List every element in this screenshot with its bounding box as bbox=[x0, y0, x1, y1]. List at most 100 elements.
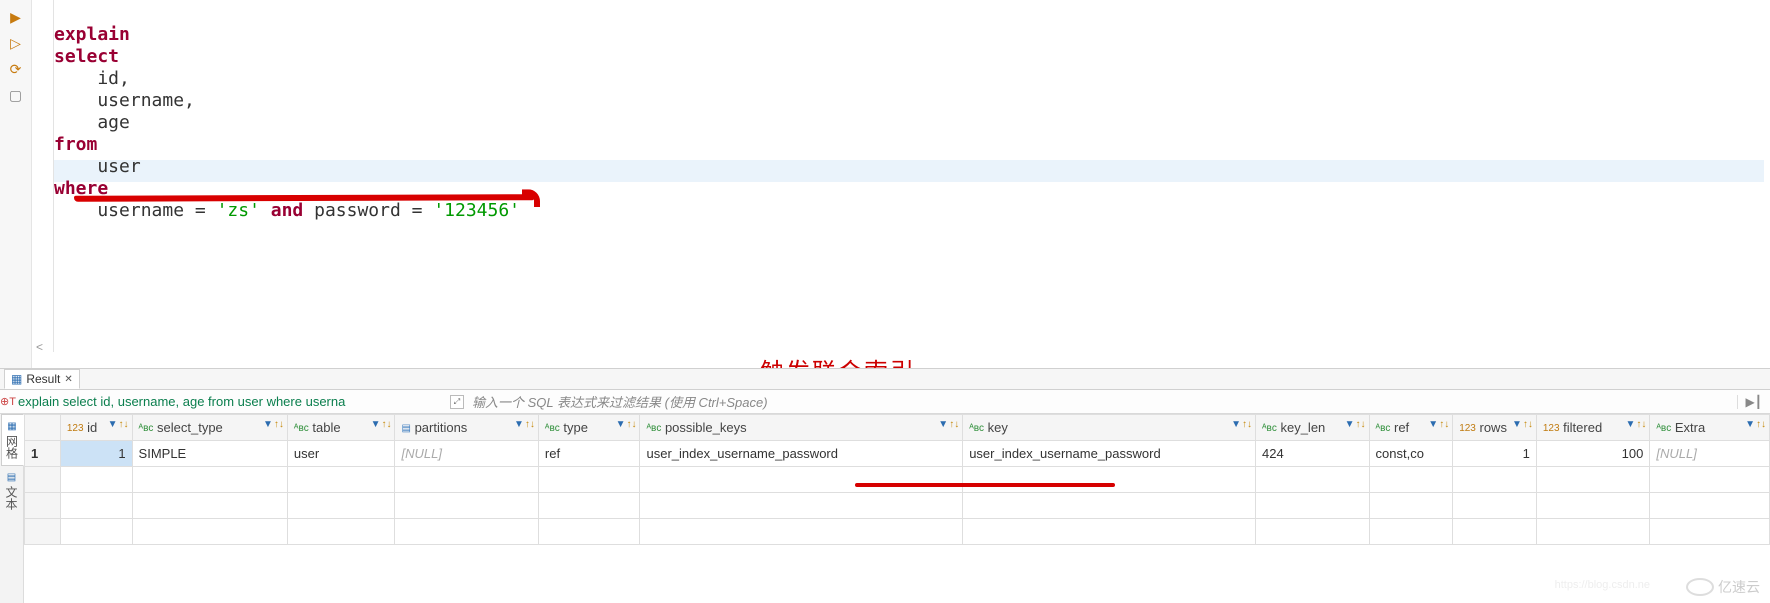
cell-type[interactable]: ref bbox=[538, 441, 640, 467]
filter-sort-icon[interactable]: ▼↑↓ bbox=[263, 419, 284, 430]
col-id[interactable]: 123 id▼↑↓ bbox=[60, 415, 132, 441]
empty-cell bbox=[538, 467, 640, 493]
type-icon: 123 bbox=[1459, 423, 1476, 434]
cell-key_len[interactable]: 424 bbox=[1256, 441, 1370, 467]
rownum-header bbox=[25, 415, 61, 441]
col-key[interactable]: ᴬʙᴄ key▼↑↓ bbox=[963, 415, 1256, 441]
filter-sort-icon[interactable]: ▼↑↓ bbox=[938, 419, 959, 430]
side-tab-text-label: 文本 bbox=[3, 486, 20, 510]
col-filtered[interactable]: 123 filtered▼↑↓ bbox=[1536, 415, 1650, 441]
empty-cell bbox=[1369, 519, 1453, 545]
empty-cell bbox=[287, 493, 395, 519]
empty-cell bbox=[1369, 493, 1453, 519]
window-icon[interactable]: ▢ bbox=[6, 85, 26, 105]
cell-Extra[interactable]: [NULL] bbox=[1650, 441, 1770, 467]
side-tab-grid[interactable]: ▦ 网格 bbox=[1, 414, 24, 466]
filter-sort-icon[interactable]: ▼↑↓ bbox=[1512, 419, 1533, 430]
play-step-icon[interactable]: ▷ bbox=[6, 33, 26, 53]
type-icon: ᴬʙᴄ bbox=[646, 423, 661, 434]
editor-gutter bbox=[32, 0, 54, 352]
empty-cell bbox=[1453, 467, 1537, 493]
filter-sort-icon[interactable]: ▼↑↓ bbox=[108, 419, 129, 430]
col-possible_keys[interactable]: ᴬʙᴄ possible_keys▼↑↓ bbox=[640, 415, 963, 441]
cell-id[interactable]: 1 bbox=[60, 441, 132, 467]
col-label: Extra bbox=[1675, 420, 1705, 435]
result-tabbar: ▦ Result ✕ bbox=[0, 368, 1770, 390]
watermark: 亿速云 bbox=[1686, 577, 1760, 597]
filter-run-icon[interactable]: ▶┃ bbox=[1737, 395, 1770, 409]
col-select_type[interactable]: ᴬʙᴄ select_type▼↑↓ bbox=[132, 415, 287, 441]
filter-sort-icon[interactable]: ▼↑↓ bbox=[1231, 419, 1252, 430]
cell-table[interactable]: user bbox=[287, 441, 395, 467]
col-key_len[interactable]: ᴬʙᴄ key_len▼↑↓ bbox=[1256, 415, 1370, 441]
cell-ref[interactable]: const,co bbox=[1369, 441, 1453, 467]
empty-cell bbox=[132, 467, 287, 493]
watermark-brand: 亿速云 bbox=[1718, 577, 1760, 597]
type-icon: ᴬʙᴄ bbox=[1376, 423, 1391, 434]
cell-rows[interactable]: 1 bbox=[1453, 441, 1537, 467]
query-preview[interactable]: explain select id, username, age from us… bbox=[16, 394, 446, 409]
empty-cell bbox=[538, 519, 640, 545]
result-grid[interactable]: 123 id▼↑↓ᴬʙᴄ select_type▼↑↓ᴬʙᴄ table▼↑↓▤… bbox=[24, 414, 1770, 603]
empty-cell bbox=[1453, 493, 1537, 519]
filter-sort-icon[interactable]: ▼↑↓ bbox=[1625, 419, 1646, 430]
watermark-faded: https://blog.csdn.ne bbox=[1555, 579, 1650, 591]
cell-possible_keys[interactable]: user_index_username_password bbox=[640, 441, 963, 467]
empty-cell bbox=[60, 467, 132, 493]
col-rows[interactable]: 123 rows ▼↑↓ bbox=[1453, 415, 1537, 441]
filter-sort-icon[interactable]: ▼↑↓ bbox=[1345, 419, 1366, 430]
filter-input[interactable]: 输入一个 SQL 表达式来过滤结果 (使用 Ctrl+Space) bbox=[468, 392, 1737, 411]
table-row bbox=[25, 493, 1770, 519]
filter-sort-icon[interactable]: ▼↑↓ bbox=[371, 419, 392, 430]
table-row bbox=[25, 519, 1770, 545]
filter-sort-icon[interactable]: ▼↑↓ bbox=[1428, 419, 1449, 430]
col-label: rows bbox=[1480, 420, 1507, 435]
empty-cell bbox=[963, 493, 1256, 519]
type-icon: ᴬʙᴄ bbox=[1656, 423, 1671, 434]
col-table[interactable]: ᴬʙᴄ table ▼↑↓ bbox=[287, 415, 395, 441]
col-label: partitions bbox=[415, 420, 468, 435]
refresh-icon[interactable]: ⟳ bbox=[6, 59, 26, 79]
tab-label: Result bbox=[26, 372, 60, 386]
empty-cell bbox=[60, 493, 132, 519]
side-tab-grid-label: 网格 bbox=[4, 435, 21, 459]
rownum-cell: 1 bbox=[25, 441, 61, 467]
table-row bbox=[25, 467, 1770, 493]
empty-cell bbox=[1536, 493, 1650, 519]
sql-code[interactable]: explain select id, username, age from us… bbox=[54, 24, 1764, 222]
cell-select_type[interactable]: SIMPLE bbox=[132, 441, 287, 467]
side-tabs: ▦ 网格 ▤ 文本 bbox=[0, 414, 24, 603]
empty-cell bbox=[1650, 519, 1770, 545]
empty-cell bbox=[1369, 467, 1453, 493]
expand-icon[interactable]: ⤢ bbox=[450, 395, 464, 409]
col-partitions[interactable]: ▤ partitions▼↑↓ bbox=[395, 415, 538, 441]
type-icon: ᴬʙᴄ bbox=[545, 423, 560, 434]
col-label: table bbox=[312, 420, 340, 435]
filter-sort-icon[interactable]: ▼↑↓ bbox=[616, 419, 637, 430]
empty-cell bbox=[1536, 467, 1650, 493]
filter-row: ⊕T explain select id, username, age from… bbox=[0, 390, 1770, 414]
empty-cell bbox=[538, 493, 640, 519]
empty-cell bbox=[395, 467, 538, 493]
cell-filtered[interactable]: 100 bbox=[1536, 441, 1650, 467]
close-icon[interactable]: ✕ bbox=[64, 374, 72, 385]
col-ref[interactable]: ᴬʙᴄ ref▼↑↓ bbox=[1369, 415, 1453, 441]
play-icon[interactable]: ▶ bbox=[6, 7, 26, 27]
cell-key[interactable]: user_index_username_password bbox=[963, 441, 1256, 467]
col-type[interactable]: ᴬʙᴄ type ▼↑↓ bbox=[538, 415, 640, 441]
type-icon: ᴬʙᴄ bbox=[294, 423, 309, 434]
empty-cell bbox=[395, 493, 538, 519]
filter-sort-icon[interactable]: ▼↑↓ bbox=[514, 419, 535, 430]
empty-cell bbox=[640, 467, 963, 493]
side-tab-text[interactable]: ▤ 文本 bbox=[1, 466, 22, 516]
col-label: type bbox=[563, 420, 588, 435]
filter-sort-icon[interactable]: ▼↑↓ bbox=[1745, 419, 1766, 430]
empty-cell bbox=[60, 519, 132, 545]
col-label: filtered bbox=[1563, 420, 1602, 435]
table-row[interactable]: 11SIMPLEuser[NULL]refuser_index_username… bbox=[25, 441, 1770, 467]
cell-partitions[interactable]: [NULL] bbox=[395, 441, 538, 467]
col-Extra[interactable]: ᴬʙᴄ Extra ▼↑↓ bbox=[1650, 415, 1770, 441]
scroll-left-icon[interactable]: < bbox=[32, 340, 47, 354]
tab-result[interactable]: ▦ Result ✕ bbox=[4, 369, 80, 389]
sql-editor[interactable]: explain select id, username, age from us… bbox=[32, 0, 1770, 352]
